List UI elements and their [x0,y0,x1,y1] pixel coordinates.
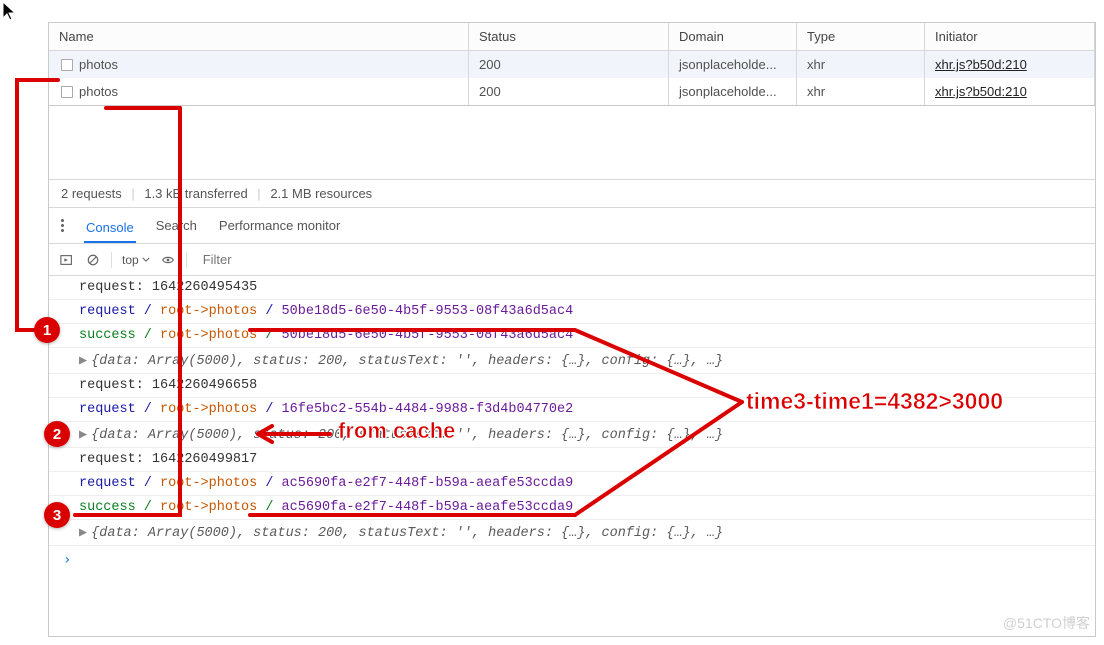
summary-resources: 2.1 MB resources [270,186,372,201]
drawer-tabs: Console Search Performance monitor [49,208,1095,244]
col-status[interactable]: Status [469,23,669,51]
log-path: root->photos [160,402,257,417]
log-line[interactable]: request: 1642260496658 [49,374,1095,398]
log-id: 50be18d5-6e50-4b5f-9553-08f43a6d5ac4 [282,328,574,343]
log-line[interactable]: success / root->photos / 50be18d5-6e50-4… [49,324,1095,348]
log-kind: request / [79,402,160,417]
cell-status: 200 [469,51,669,78]
summary-requests: 2 requests [61,186,122,201]
log-line[interactable]: request / root->photos / ac5690fa-e2f7-4… [49,472,1095,496]
log-object: {data: Array(5000), status: 200, statusT… [91,526,723,541]
log-line[interactable]: ▶ {data: Array(5000), status: 200, status… [49,422,1095,448]
log-line[interactable]: success / root->photos / ac5690fa-e2f7-4… [49,496,1095,520]
log-kind: success / [79,500,160,515]
eye-icon[interactable] [160,252,176,268]
log-timestamp: 1642260496658 [152,378,257,393]
log-kind: request / [79,476,160,491]
file-icon [61,86,73,98]
col-initiator[interactable]: Initiator [925,23,1095,51]
expand-icon[interactable]: ▶ [79,526,87,541]
cell-status: 200 [469,78,669,105]
log-line[interactable]: request: 1642260499817 [49,448,1095,472]
cell-name: photos [79,57,118,72]
filter-input[interactable] [197,248,1085,271]
tab-performance-monitor[interactable]: Performance monitor [217,212,342,239]
network-empty-area [49,106,1095,180]
log-label: request: [79,378,144,393]
clear-console-icon[interactable] [85,252,101,268]
network-summary: 2 requests | 1.3 kB transferred | 2.1 MB… [49,180,1095,208]
log-id: ac5690fa-e2f7-448f-b59a-aeafe53ccda9 [282,500,574,515]
devtools-panel: Name Status Domain Type Initiator photos… [48,22,1096,637]
cell-type: xhr [797,51,925,78]
context-label: top [122,253,139,267]
col-name[interactable]: Name [49,23,469,51]
log-path: root->photos [160,304,257,319]
log-line[interactable]: request: 1642260495435 [49,276,1095,300]
col-type[interactable]: Type [797,23,925,51]
log-object: {data: Array(5000), status: 200, statusT… [91,354,723,369]
summary-transferred: 1.3 kB transferred [144,186,247,201]
more-icon[interactable] [59,217,66,234]
log-path: root->photos [160,328,257,343]
log-label: request: [79,452,144,467]
log-timestamp: 1642260495435 [152,280,257,295]
log-id: ac5690fa-e2f7-448f-b59a-aeafe53ccda9 [282,476,574,491]
log-line[interactable]: request / root->photos / 16fe5bc2-554b-4… [49,398,1095,422]
expand-icon[interactable]: ▶ [79,428,87,443]
cell-domain: jsonplaceholde... [669,51,797,78]
tab-search[interactable]: Search [154,212,199,239]
log-id: 50be18d5-6e50-4b5f-9553-08f43a6d5ac4 [282,304,574,319]
log-path: root->photos [160,476,257,491]
log-object: {data: Array(5000), status: 200, statusT… [91,428,723,443]
log-line[interactable]: ▶ {data: Array(5000), status: 200, status… [49,348,1095,374]
watermark: @51CTO博客 [1003,613,1090,633]
network-table: Name Status Domain Type Initiator photos… [49,23,1095,106]
cell-initiator-link[interactable]: xhr.js?b50d:210 [935,84,1027,99]
log-kind: success / [79,328,160,343]
cell-name: photos [79,84,118,99]
console-toolbar: top [49,244,1095,276]
console-prompt[interactable]: › [49,546,1095,574]
context-selector[interactable]: top [122,253,150,267]
cell-domain: jsonplaceholde... [669,78,797,105]
file-icon [61,59,73,71]
live-expression-icon[interactable] [59,252,75,268]
log-timestamp: 1642260499817 [152,452,257,467]
cell-type: xhr [797,78,925,105]
log-line[interactable]: request / root->photos / 50be18d5-6e50-4… [49,300,1095,324]
expand-icon[interactable]: ▶ [79,354,87,369]
col-domain[interactable]: Domain [669,23,797,51]
cell-initiator-link[interactable]: xhr.js?b50d:210 [935,57,1027,72]
log-path: root->photos [160,500,257,515]
chevron-down-icon [142,257,150,262]
console-log-area: request: 1642260495435 request / root->p… [49,276,1095,574]
log-label: request: [79,280,144,295]
log-id: 16fe5bc2-554b-4484-9988-f3d4b04770e2 [282,402,574,417]
log-kind: request / [79,304,160,319]
tab-console[interactable]: Console [84,214,136,243]
log-line[interactable]: ▶ {data: Array(5000), status: 200, status… [49,520,1095,546]
